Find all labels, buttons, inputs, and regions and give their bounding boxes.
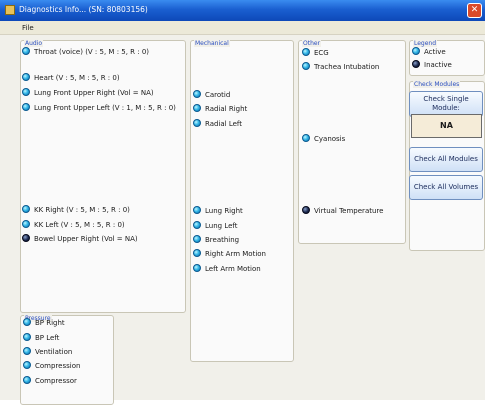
status-active-icon xyxy=(22,88,30,96)
audio-item-heart: Heart (V : 5, M : 5, R : 0) xyxy=(22,73,120,83)
status-active-icon xyxy=(22,47,30,55)
audio-item-kk-left: KK Left (V : 5, M : 5, R : 0) xyxy=(22,220,125,230)
mechanical-panel-title: Mechanical xyxy=(194,40,230,47)
status-inactive-icon xyxy=(412,60,420,68)
status-active-icon xyxy=(193,235,201,243)
audio-item-throat: Throat (voice) (V : 5, M : 5, R : 0) xyxy=(22,47,149,57)
status-active-icon xyxy=(23,333,31,341)
status-inactive-icon xyxy=(302,206,310,214)
mechanical-item-radial-right: Radial Right xyxy=(193,104,247,114)
legend-panel-title: Legend xyxy=(413,40,438,47)
status-active-icon xyxy=(23,361,31,369)
pressure-item-compression: Compression xyxy=(23,361,80,371)
other-panel-title: Other xyxy=(302,40,322,47)
other-item-trachea-intubation: Trachea Intubation xyxy=(302,62,379,72)
check-all-modules-button[interactable]: Check All Modules xyxy=(409,147,483,172)
status-active-icon xyxy=(193,90,201,98)
audio-item-lung-front-upper-right: Lung Front Upper Right (Vol = NA) xyxy=(22,88,154,98)
audio-item-lung-front-upper-left: Lung Front Upper Left (V : 1, M : 5, R :… xyxy=(22,103,176,113)
audio-item-kk-right: KK Right (V : 5, M : 5, R : 0) xyxy=(22,205,130,215)
mechanical-item-breathing: Breathing xyxy=(193,235,239,245)
legend-panel: Legend xyxy=(409,40,485,76)
window-titlebar: Diagnostics Info... (SN: 80803156) ✕ xyxy=(0,0,485,21)
status-active-icon xyxy=(22,205,30,213)
status-active-icon xyxy=(302,134,310,142)
mechanical-panel: Mechanical xyxy=(190,40,294,362)
status-active-icon xyxy=(412,47,420,55)
status-active-icon xyxy=(193,264,201,272)
client-area: Audio Throat (voice) (V : 5, M : 5, R : … xyxy=(0,35,485,405)
status-active-icon xyxy=(193,104,201,112)
pressure-item-ventilation: Ventilation xyxy=(23,347,72,357)
legend-item-inactive: Inactive xyxy=(412,60,452,70)
status-active-icon xyxy=(193,221,201,229)
status-active-icon xyxy=(22,73,30,81)
mechanical-item-carotid: Carotid xyxy=(193,90,230,100)
window-title: Diagnostics Info... (SN: 80803156) xyxy=(19,5,148,14)
mechanical-item-lung-left: Lung Left xyxy=(193,221,238,231)
status-active-icon xyxy=(302,48,310,56)
pressure-item-bp-right: BP Right xyxy=(23,318,65,328)
mechanical-item-left-arm-motion: Left Arm Motion xyxy=(193,264,261,274)
audio-item-bowel-upper-right: Bowel Upper Right (Vol = NA) xyxy=(22,234,138,244)
status-active-icon xyxy=(193,249,201,257)
menu-file[interactable]: File xyxy=(22,24,34,32)
pressure-item-bp-left: BP Left xyxy=(23,333,59,343)
other-item-ecg: ECG xyxy=(302,48,329,58)
status-active-icon xyxy=(302,62,310,70)
pressure-item-compressor: Compressor xyxy=(23,376,77,386)
pressure-panel: Pressure xyxy=(20,315,114,405)
status-active-icon xyxy=(193,206,201,214)
status-active-icon xyxy=(22,220,30,228)
status-active-icon xyxy=(23,376,31,384)
status-active-icon xyxy=(23,347,31,355)
app-icon xyxy=(5,5,15,15)
mechanical-item-right-arm-motion: Right Arm Motion xyxy=(193,249,266,259)
status-inactive-icon xyxy=(22,234,30,242)
check-modules-panel-title: Check Modules xyxy=(413,81,461,88)
menu-bar: File xyxy=(0,21,485,35)
audio-panel-title: Audio xyxy=(24,40,44,47)
status-active-icon xyxy=(23,318,31,326)
mechanical-item-lung-right: Lung Right xyxy=(193,206,243,216)
single-module-value: NA xyxy=(411,114,482,138)
other-item-virtual-temperature: Virtual Temperature xyxy=(302,206,383,216)
check-all-volumes-button[interactable]: Check All Volumes xyxy=(409,175,483,200)
legend-item-active: Active xyxy=(412,47,446,57)
other-item-cyanosis: Cyanosis xyxy=(302,134,345,144)
status-active-icon xyxy=(22,103,30,111)
status-active-icon xyxy=(193,119,201,127)
mechanical-item-radial-left: Radial Left xyxy=(193,119,242,129)
close-button[interactable]: ✕ xyxy=(467,3,482,18)
